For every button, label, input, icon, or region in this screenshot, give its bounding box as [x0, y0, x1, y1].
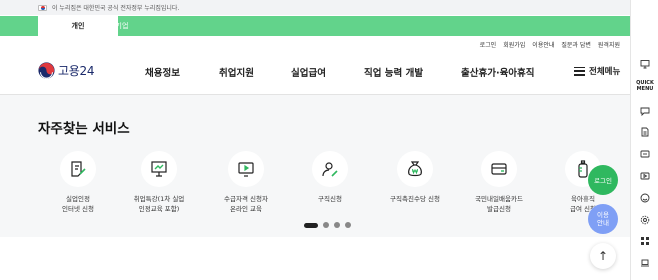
all-menu-label: 전체메뉴	[589, 67, 621, 77]
arrow-up-icon: ↑	[597, 249, 609, 263]
document-icon[interactable]	[640, 122, 650, 137]
laptop-icon[interactable]	[640, 253, 650, 267]
service-icon-circle	[60, 151, 96, 187]
logo-text: 고용24	[58, 64, 95, 78]
service-label: 실업인정 인터넷 신청	[62, 195, 94, 213]
chat-bubble-icon[interactable]	[640, 101, 650, 117]
document-pen-icon	[71, 161, 86, 177]
nav-job-info[interactable]: 채용정보	[145, 65, 180, 79]
video-icon[interactable]	[640, 166, 650, 180]
pager-dot[interactable]	[334, 222, 340, 228]
usage-guide-link[interactable]: 이용안내	[532, 40, 554, 49]
service-job-promotion-allowance[interactable]: 구직촉진수당 신청	[375, 151, 455, 204]
nav-employment-support[interactable]: 취업지원	[219, 65, 254, 79]
section-title: 자주찾는 서비스	[38, 121, 130, 137]
grid-icon[interactable]	[640, 231, 650, 245]
service-icon-circle	[228, 151, 264, 187]
gov-banner-text: 이 누리집은 대한민국 공식 전자정부 누리집입니다.	[52, 5, 180, 12]
service-unemployment-certification[interactable]: 실업인정 인터넷 신청	[38, 151, 118, 214]
monitor-icon[interactable]	[640, 54, 650, 69]
quick-menu-title: QUICK MENU	[636, 80, 654, 92]
tablet-icon[interactable]	[640, 144, 650, 158]
korea-flag-icon	[38, 4, 47, 11]
favorite-services: 자주찾는 서비스 실업인정 인터넷 신청 취업특강(1차 실업 인정교육 포함)	[0, 95, 630, 237]
signup-link[interactable]: 회원가입	[503, 40, 525, 49]
service-icon-circle	[481, 151, 517, 187]
service-label: 수급자격 신청자 온라인 교육	[224, 195, 268, 213]
carousel-pager	[304, 222, 351, 228]
service-label: 취업특강(1차 실업 인정교육 포함)	[133, 195, 185, 213]
pager-dot[interactable]	[323, 222, 329, 228]
pager-dot-active[interactable]	[304, 222, 318, 228]
all-menu-button[interactable]: 전체메뉴	[574, 65, 620, 77]
quick-menu: QUICK MENU	[630, 0, 658, 280]
hamburger-icon	[574, 66, 585, 76]
floating-login-button[interactable]: 로그인	[588, 165, 618, 195]
floating-guide-button[interactable]: 이용 안내	[588, 204, 618, 234]
service-icon-circle	[141, 151, 177, 187]
nav-vocational-training[interactable]: 직업 능력 개발	[364, 65, 423, 79]
remote-support-link[interactable]: 원격지원	[598, 40, 620, 49]
service-job-seeking[interactable]: 구직신청	[290, 151, 370, 204]
video-monitor-icon	[238, 162, 254, 177]
money-bag-icon	[408, 161, 422, 177]
user-type-tabs: 개인 기업	[0, 16, 630, 36]
service-label: 구직촉진수당 신청	[390, 195, 440, 203]
gov-banner: 이 누리집은 대한민국 공식 전자정부 누리집입니다.	[0, 0, 630, 15]
smile-icon[interactable]	[640, 188, 650, 203]
nav-parental-leave[interactable]: 출산휴가·육아휴직	[461, 65, 535, 79]
service-employment-lecture[interactable]: 취업특강(1차 실업 인정교육 포함)	[119, 151, 199, 214]
utility-links: 로그인 회원가입 이용안내 질문과 답변 원격지원	[480, 40, 620, 49]
settings-icon[interactable]	[640, 210, 650, 225]
nav-unemployment-benefit[interactable]: 실업급여	[291, 65, 326, 79]
scroll-top-button[interactable]: ↑	[590, 243, 616, 269]
person-pen-icon	[322, 162, 338, 177]
tab-corporate[interactable]: 기업	[82, 16, 162, 36]
card-icon	[491, 163, 507, 175]
pager-dot[interactable]	[345, 222, 351, 228]
login-link[interactable]: 로그인	[480, 40, 497, 49]
service-online-education[interactable]: 수급자격 신청자 온라인 교육	[206, 151, 286, 214]
qna-link[interactable]: 질문과 답변	[561, 40, 591, 49]
service-icon-circle	[312, 151, 348, 187]
service-label: 구직신청	[318, 195, 342, 203]
taegeuk-emblem-icon	[38, 62, 55, 79]
service-label: 국민내일배움카드 발급신청	[475, 195, 523, 213]
service-icon-circle	[397, 151, 433, 187]
presentation-board-icon	[151, 161, 167, 177]
site-logo[interactable]: 고용24	[38, 62, 94, 79]
service-learning-card[interactable]: 국민내일배움카드 발급신청	[459, 151, 539, 214]
